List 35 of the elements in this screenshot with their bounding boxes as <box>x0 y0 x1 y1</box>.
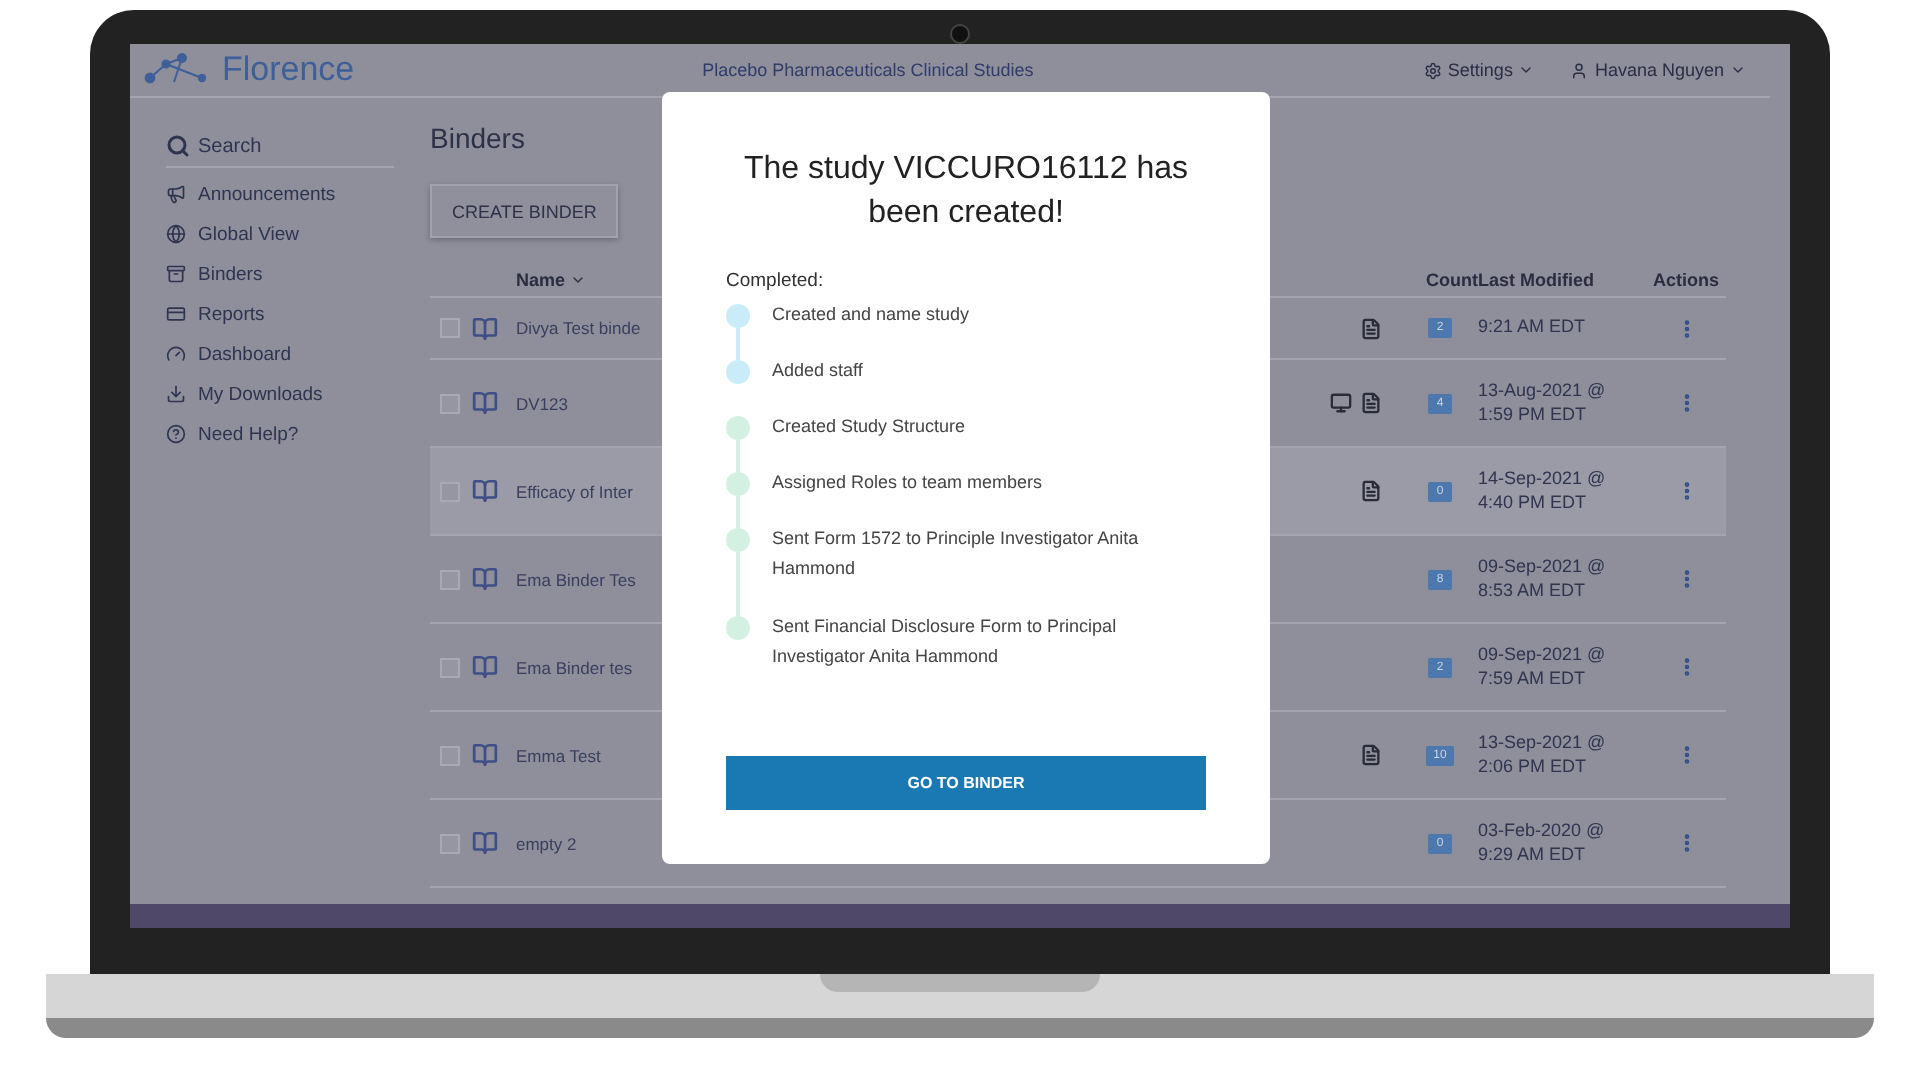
binder-name: DV123 <box>516 393 568 413</box>
column-header: Last Modified <box>1478 269 1596 289</box>
step-text: Added staff <box>772 358 865 385</box>
binder-name: Ema Binder Tes <box>516 569 636 589</box>
sidebar-label: Need Help? <box>198 423 299 445</box>
last-modified: 14-Sep-2021 @ 4:40 PM EDT <box>1478 468 1608 514</box>
last-modified: 09-Sep-2021 @ 7:59 AM EDT <box>1478 644 1608 690</box>
step-text: Assigned Roles to team members <box>772 470 1045 497</box>
sidebar-label: Reports <box>198 303 265 325</box>
dialog-title: The study VICCURO16112 has been created! <box>741 150 1191 234</box>
sidebar-label: Binders <box>198 263 263 285</box>
column-header: Actions <box>1652 269 1719 289</box>
page-title: Binders <box>430 122 527 154</box>
binder-name: Divya Test binde <box>516 318 641 338</box>
binder-name: Emma Test <box>516 745 601 765</box>
step-text: Created and name study <box>772 302 972 329</box>
step-text: Sent Financial Disclosure Form to Principal Investigator Anita Hammond <box>772 614 1119 670</box>
sidebar-label: Announcements <box>198 183 336 205</box>
step-text: Created Study Structure <box>772 414 968 441</box>
binder-name: empty 2 <box>516 833 577 853</box>
binder-name: Ema Binder tes <box>516 657 633 677</box>
completed-label: Completed: <box>726 270 826 293</box>
search-label: Search <box>198 135 262 157</box>
sidebar-label: Global View <box>198 223 300 245</box>
last-modified: 13-Aug-2021 @ 1:59 PM EDT <box>1478 380 1608 426</box>
sidebar-label: Dashboard <box>198 343 291 365</box>
step-text: Sent Form 1572 to Principle Investigator Anita Hammond <box>772 526 1141 582</box>
binder-name: Efficacy of Inter <box>516 481 633 501</box>
column-header: Count <box>1426 269 1478 289</box>
last-modified: 9:21 AM EDT <box>1478 316 1588 340</box>
last-modified: 03-Feb-2020 @ 9:29 AM EDT <box>1478 820 1607 866</box>
last-modified: 13-Sep-2021 @ 2:06 PM EDT <box>1478 732 1608 778</box>
last-modified: 09-Sep-2021 @ 8:53 AM EDT <box>1478 556 1608 602</box>
study-title: Placebo Pharmaceuticals Clinical Studies <box>702 60 1036 80</box>
sidebar-label: My Downloads <box>198 383 323 405</box>
